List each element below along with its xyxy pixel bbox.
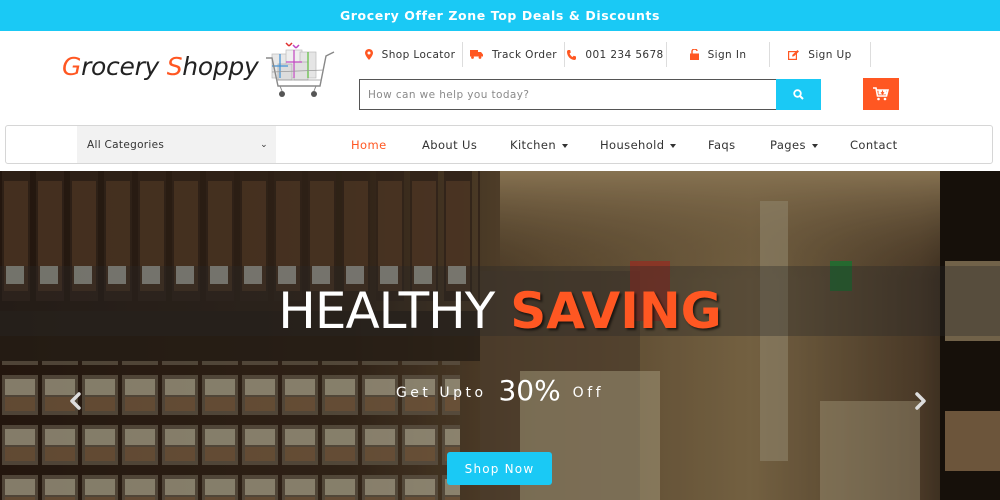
nav-item-label: Pages <box>770 138 806 152</box>
phone-link[interactable]: 001 234 5678 <box>565 42 667 67</box>
truck-icon <box>469 50 483 59</box>
logo-initial-s: S <box>166 52 183 81</box>
caret-down-icon <box>811 143 818 148</box>
nav-item-household[interactable]: Household <box>600 126 677 163</box>
search-input[interactable] <box>359 79 776 110</box>
subline-suffix: Off <box>572 385 605 401</box>
chevron-left-icon <box>70 392 81 410</box>
search-icon <box>793 89 804 100</box>
sign-in-label: Sign In <box>707 48 747 61</box>
phone-icon <box>567 49 577 60</box>
logo-initial-g: G <box>62 52 82 81</box>
edit-icon <box>788 49 800 60</box>
track-order-link[interactable]: Track Order <box>463 42 565 67</box>
nav-item-label: About Us <box>422 138 478 152</box>
slider-next-button[interactable] <box>912 386 932 416</box>
unlock-icon <box>689 49 699 60</box>
track-order-label: Track Order <box>491 48 558 61</box>
nav-item-label: Kitchen <box>510 138 557 152</box>
cart-button[interactable] <box>863 78 899 110</box>
logo-word-1: rocery <box>81 52 167 81</box>
chevron-right-icon <box>915 392 926 410</box>
nav-item-pages[interactable]: Pages <box>770 126 818 163</box>
nav-item-contact[interactable]: Contact <box>850 126 898 163</box>
map-marker-icon <box>364 49 373 60</box>
caret-down-icon <box>562 143 569 148</box>
nav-item-faqs[interactable]: Faqs <box>708 126 736 163</box>
nav-item-label: Contact <box>850 138 898 152</box>
hero-slider: HEALTHY SAVING Get Upto 30% Off Shop Now <box>0 171 1000 500</box>
shop-locator-label: Shop Locator <box>381 48 456 61</box>
subline-prefix: Get Upto <box>395 385 487 401</box>
shop-locator-link[interactable]: Shop Locator <box>358 42 463 67</box>
headline-word-healthy: HEALTHY <box>278 282 495 340</box>
nav-item-home[interactable]: Home <box>351 126 387 163</box>
shop-now-button[interactable]: Shop Now <box>447 452 552 485</box>
nav-item-kitchen[interactable]: Kitchen <box>510 126 569 163</box>
search-bar <box>359 79 821 110</box>
offer-banner: Grocery Offer Zone Top Deals & Discounts <box>0 0 1000 31</box>
sign-in-link[interactable]: Sign In <box>667 42 770 67</box>
caret-down-icon <box>670 143 677 148</box>
discount-value: 30% <box>498 374 561 407</box>
hero-headline: HEALTHY SAVING <box>0 281 1000 341</box>
phone-number: 001 234 5678 <box>585 48 664 61</box>
sign-up-label: Sign Up <box>808 48 852 61</box>
hero-subline: Get Upto 30% Off <box>0 374 1000 407</box>
main-nav: All Categories ⌄ Home About Us Kitchen H… <box>5 125 993 164</box>
headline-word-saving: SAVING <box>510 282 722 340</box>
search-button[interactable] <box>776 79 821 110</box>
cart-add-icon <box>873 87 889 101</box>
sign-up-link[interactable]: Sign Up <box>770 42 871 67</box>
nav-item-label: Home <box>351 138 387 152</box>
nav-item-label: Faqs <box>708 138 736 152</box>
site-logo[interactable]: Grocery Shoppy <box>62 52 259 81</box>
slider-prev-button[interactable] <box>64 386 84 416</box>
nav-item-label: Household <box>600 138 665 152</box>
nav-item-about-us[interactable]: About Us <box>422 126 477 163</box>
logo-word-2: hoppy <box>182 52 259 81</box>
shopping-cart-gifts-icon <box>266 42 335 97</box>
top-links: Shop Locator Track Order 001 234 5678 Si… <box>358 42 871 67</box>
